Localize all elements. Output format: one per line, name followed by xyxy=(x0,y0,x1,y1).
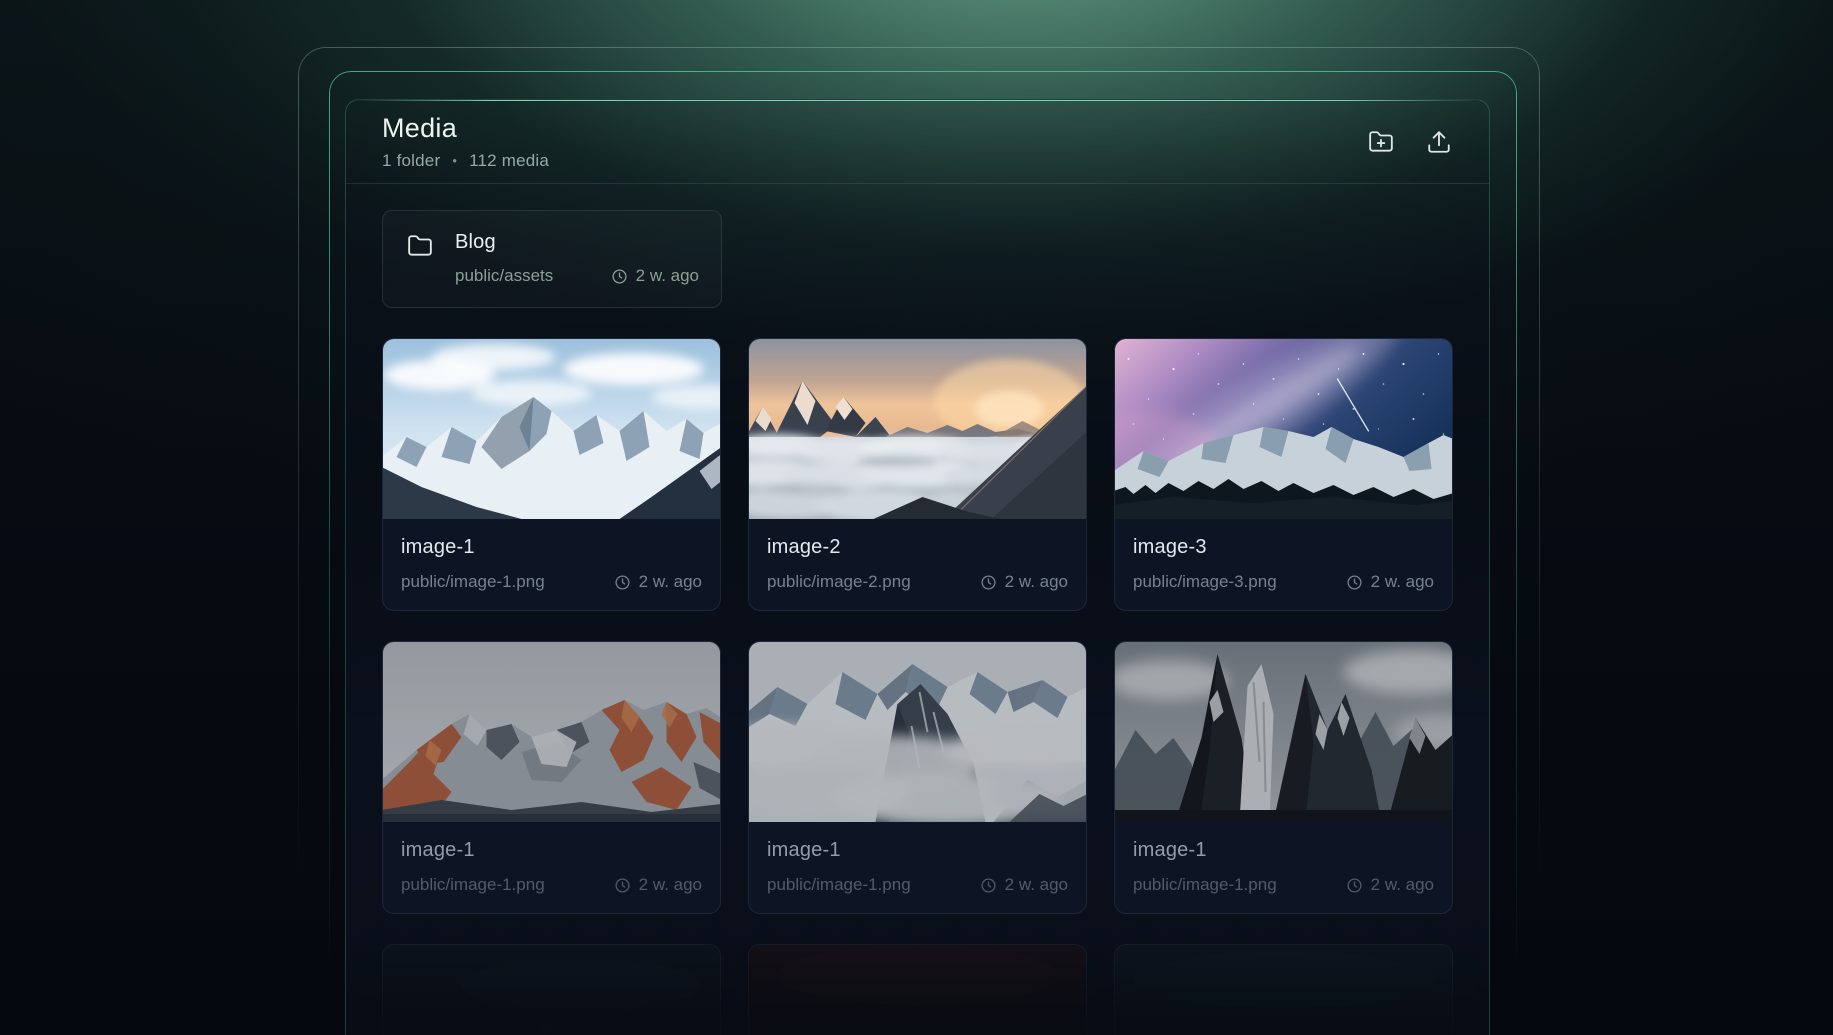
card-title: image-1 xyxy=(401,839,475,861)
panel-top-glow-line xyxy=(356,100,1479,101)
media-card-partial-3[interactable] xyxy=(1114,944,1453,1035)
card-time: 2 w. ago xyxy=(1346,875,1434,895)
media-content: Blog public/assets 2 w. ago image-1 publ… xyxy=(346,184,1489,1035)
media-card-image-1-row2-center[interactable]: image-1 public/image-1.png 2 w. ago xyxy=(748,641,1087,914)
clock-icon xyxy=(981,574,996,590)
folder-name: Blog xyxy=(455,231,496,253)
card-path: public/image-3.png xyxy=(1133,572,1277,591)
header-text-block: Media 1 folder • 112 media xyxy=(382,113,549,171)
thumbnail-alpenglow-ridge xyxy=(383,642,720,822)
folder-plus-icon xyxy=(1369,130,1393,152)
upload-icon xyxy=(1428,130,1450,153)
folder-path: public/assets xyxy=(455,266,554,285)
folder-count: 1 folder xyxy=(382,150,441,170)
card-body: image-2 public/image-2.png 2 w. ago xyxy=(749,519,1086,592)
card-path: public/image-1.png xyxy=(1133,875,1277,894)
media-card-partial-2[interactable] xyxy=(748,944,1087,1035)
card-meta: public/image-1.png 2 w. ago xyxy=(1133,875,1434,895)
thumbnail-milky-way-over-mountains xyxy=(1115,339,1452,519)
clock-icon xyxy=(1347,877,1362,893)
card-title: image-3 xyxy=(1133,536,1207,558)
card-body: image-1 public/image-1.png 2 w. ago xyxy=(383,519,720,592)
card-time: 2 w. ago xyxy=(980,572,1068,592)
thumbnail-faded-dark-slate xyxy=(1115,945,1452,1035)
card-meta: public/image-3.png 2 w. ago xyxy=(1133,572,1434,592)
card-time: 2 w. ago xyxy=(1346,572,1434,592)
media-card-image-1-row2-right[interactable]: image-1 public/image-1.png 2 w. ago xyxy=(1114,641,1453,914)
media-grid: image-1 public/image-1.png 2 w. ago imag… xyxy=(382,338,1453,1035)
clock-icon xyxy=(615,574,630,590)
card-meta: public/image-1.png 2 w. ago xyxy=(401,572,702,592)
dot-separator: • xyxy=(452,153,458,168)
media-stats: 1 folder • 112 media xyxy=(382,151,549,171)
card-path: public/image-1.png xyxy=(401,875,545,894)
thumbnail-sunset-above-cloud-sea xyxy=(749,339,1086,519)
card-title: image-1 xyxy=(1133,839,1207,861)
media-card-image-1-row2[interactable]: image-1 public/image-1.png 2 w. ago xyxy=(382,641,721,914)
card-time: 2 w. ago xyxy=(614,572,702,592)
thumbnail-faded-dark-red xyxy=(749,945,1086,1035)
thumbnail-foggy-summit xyxy=(749,642,1086,822)
clock-icon xyxy=(981,877,996,893)
media-card-image-1[interactable]: image-1 public/image-1.png 2 w. ago xyxy=(382,338,721,611)
card-path: public/image-2.png xyxy=(767,572,911,591)
folder-time: 2 w. ago xyxy=(611,266,699,286)
thumbnail-snow-peaks-blue-sky xyxy=(383,339,720,519)
clock-icon xyxy=(615,877,630,893)
clock-icon xyxy=(612,268,627,284)
card-body: image-3 public/image-3.png 2 w. ago xyxy=(1115,519,1452,592)
card-body: image-1 public/image-1.png 2 w. ago xyxy=(1115,822,1452,895)
page-title: Media xyxy=(382,112,458,143)
folder-info: Blog public/assets 2 w. ago xyxy=(455,231,699,286)
card-body: image-1 public/image-1.png 2 w. ago xyxy=(383,822,720,895)
card-title: image-1 xyxy=(767,839,841,861)
card-time: 2 w. ago xyxy=(614,875,702,895)
media-card-partial-1[interactable] xyxy=(382,944,721,1035)
card-body: image-1 public/image-1.png 2 w. ago xyxy=(749,822,1086,895)
header-actions xyxy=(1367,128,1453,156)
media-panel: Media 1 folder • 112 media Blog public/a… xyxy=(345,99,1490,1035)
media-card-image-2[interactable]: image-2 public/image-2.png 2 w. ago xyxy=(748,338,1087,611)
card-title: image-2 xyxy=(767,536,841,558)
upload-button[interactable] xyxy=(1425,128,1453,156)
thumbnail-monochrome-spires xyxy=(1115,642,1452,822)
media-header: Media 1 folder • 112 media xyxy=(346,100,1489,183)
card-meta: public/image-1.png 2 w. ago xyxy=(767,875,1068,895)
folder-icon xyxy=(407,233,433,264)
card-title: image-1 xyxy=(401,536,475,558)
folder-meta: public/assets 2 w. ago xyxy=(455,266,699,286)
media-card-image-3[interactable]: image-3 public/image-3.png 2 w. ago xyxy=(1114,338,1453,611)
thumbnail-faded-dark-peak xyxy=(383,945,720,1035)
new-folder-button[interactable] xyxy=(1367,128,1395,156)
card-meta: public/image-2.png 2 w. ago xyxy=(767,572,1068,592)
card-meta: public/image-1.png 2 w. ago xyxy=(401,875,702,895)
card-time: 2 w. ago xyxy=(980,875,1068,895)
card-path: public/image-1.png xyxy=(401,572,545,591)
card-path: public/image-1.png xyxy=(767,875,911,894)
clock-icon xyxy=(1347,574,1362,590)
folder-card-blog[interactable]: Blog public/assets 2 w. ago xyxy=(382,210,722,308)
app-background: Media 1 folder • 112 media Blog public/a… xyxy=(0,0,1833,1035)
media-count: 112 media xyxy=(469,150,550,170)
